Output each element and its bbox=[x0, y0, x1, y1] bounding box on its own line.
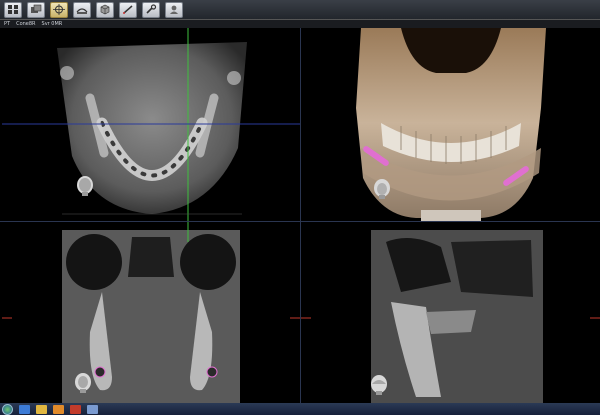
volume-render-button[interactable] bbox=[96, 1, 114, 18]
tab-patient[interactable]: PT bbox=[4, 20, 10, 28]
ie-icon[interactable] bbox=[19, 404, 30, 414]
user-profile-button[interactable] bbox=[165, 1, 183, 18]
head-orientation-icon[interactable] bbox=[371, 178, 393, 200]
tab-cone-beam[interactable]: Cone8R bbox=[16, 20, 35, 28]
tab-server[interactable]: Svr 0MR bbox=[42, 20, 63, 28]
settings-button[interactable] bbox=[142, 1, 160, 18]
cursor-tool-button[interactable] bbox=[50, 1, 68, 18]
axial-scan-image bbox=[2, 28, 300, 221]
grid-view-button[interactable] bbox=[4, 1, 22, 18]
head-orientation-icon[interactable] bbox=[72, 372, 94, 394]
main-toolbar bbox=[0, 0, 600, 20]
document-tabs: PT Cone8R Svr 0MR bbox=[0, 20, 600, 28]
volume-render-image bbox=[356, 28, 546, 221]
layers-button[interactable] bbox=[27, 1, 45, 18]
dental-imaging-app: PT Cone8R Svr 0MR bbox=[0, 0, 600, 415]
coronal-viewport[interactable] bbox=[2, 222, 300, 403]
volume-3d-viewport[interactable] bbox=[301, 28, 600, 221]
pdf-icon[interactable] bbox=[70, 404, 81, 414]
draw-tool-icon bbox=[123, 5, 133, 14]
panoramic-view-icon bbox=[76, 8, 88, 14]
explorer-icon[interactable] bbox=[36, 404, 47, 414]
head-orientation-icon[interactable] bbox=[74, 175, 96, 197]
windows-taskbar bbox=[0, 403, 600, 415]
layers-icon bbox=[31, 4, 42, 13]
dental-app-icon[interactable] bbox=[87, 404, 98, 414]
panoramic-view-button[interactable] bbox=[73, 1, 91, 18]
draw-tool-button[interactable] bbox=[119, 1, 137, 18]
cursor-tool-icon bbox=[53, 4, 65, 15]
volume-render-icon bbox=[100, 4, 110, 15]
head-orientation-icon[interactable] bbox=[368, 374, 390, 396]
wrench-icon bbox=[146, 4, 157, 14]
coronal-scan-image bbox=[2, 222, 300, 403]
grid-view-icon bbox=[8, 5, 18, 14]
axial-viewport[interactable] bbox=[2, 28, 300, 221]
start-orb-icon[interactable] bbox=[2, 403, 13, 415]
user-profile-icon bbox=[170, 5, 178, 14]
sagittal-viewport[interactable] bbox=[301, 222, 600, 403]
media-player-icon[interactable] bbox=[53, 404, 64, 414]
sagittal-scan-image bbox=[301, 230, 600, 403]
